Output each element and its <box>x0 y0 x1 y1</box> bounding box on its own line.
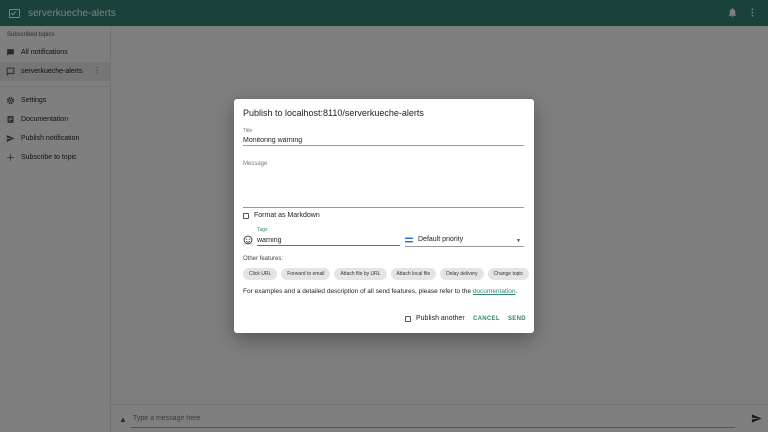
dialog-actions: Publish another CANCEL SEND <box>234 314 534 326</box>
title-field[interactable] <box>243 135 524 146</box>
title-field-label: Title <box>243 128 253 134</box>
chevron-down-icon[interactable]: ▼ <box>516 238 521 244</box>
dialog-title: Publish to localhost:8110/serverkueche-a… <box>243 108 424 118</box>
chip-attach-file-by-url[interactable]: Attach file by URL <box>334 268 387 280</box>
chip-click-url[interactable]: Click URL <box>243 268 278 280</box>
documentation-link[interactable]: documentation <box>473 288 516 295</box>
chip-attach-local-file[interactable]: Attach local file <box>390 268 437 280</box>
documentation-note: For examples and a detailed description … <box>243 288 517 295</box>
chip-change-topic[interactable]: Change topic <box>487 268 530 280</box>
publish-another-label: Publish another <box>416 315 465 322</box>
publish-dialog: Publish to localhost:8110/serverkueche-a… <box>234 99 534 333</box>
priority-select[interactable]: Default priority <box>418 236 463 243</box>
priority-icon <box>405 237 413 243</box>
message-field[interactable] <box>243 169 524 208</box>
documentation-note-text: For examples and a detailed description … <box>243 288 473 295</box>
priority-underline <box>405 246 524 247</box>
send-button[interactable]: SEND <box>508 316 526 322</box>
markdown-checkbox[interactable] <box>243 213 249 219</box>
markdown-label: Format as Markdown <box>254 212 320 219</box>
documentation-note-end: . <box>515 288 518 295</box>
chip-forward-to-email[interactable]: Forward to email <box>281 268 331 280</box>
emoji-icon[interactable] <box>243 235 253 245</box>
tags-field[interactable] <box>257 235 400 246</box>
other-features-label: Other features: <box>243 256 284 262</box>
tags-field-label: Tags <box>257 227 268 233</box>
cancel-button[interactable]: CANCEL <box>473 316 500 322</box>
publish-another-checkbox[interactable] <box>405 316 411 322</box>
feature-chips: Click URL Forward to email Attach file b… <box>243 268 530 280</box>
message-field-label: Message <box>243 161 268 167</box>
chip-delay-delivery[interactable]: Delay delivery <box>440 268 484 280</box>
